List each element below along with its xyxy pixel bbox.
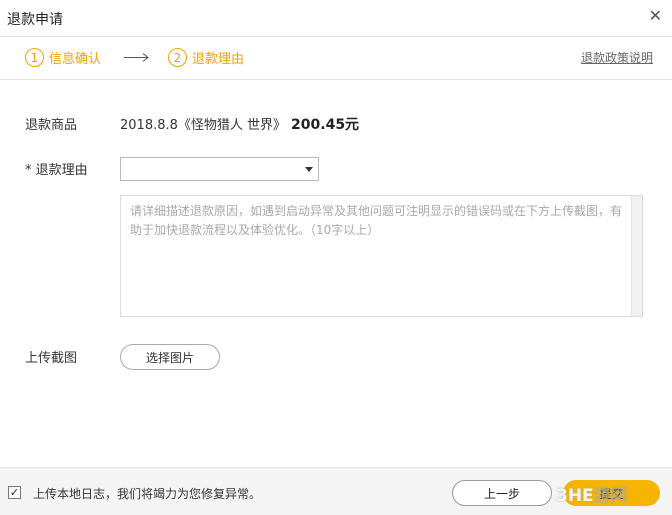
watermark-logo: 3HE游网 (556, 481, 628, 506)
description-scrollbar[interactable] (631, 196, 642, 316)
product-info: 2018.8.8《怪物猎人 世界》 200.45元 (120, 114, 359, 134)
step-info-confirm: 1 信息确认 (25, 48, 101, 67)
upload-log-checkbox[interactable]: ✓ (8, 486, 21, 499)
step-refund-reason: 2 退款理由 (168, 48, 244, 67)
reason-dropdown[interactable] (120, 157, 319, 181)
step-label-2: 退款理由 (192, 52, 245, 67)
close-icon[interactable]: ✕ (649, 6, 662, 25)
step-indicator: 1 信息确认 2 退款理由 退款政策说明 (0, 37, 672, 80)
product-label: 退款商品 (25, 118, 78, 133)
product-price: 200.45元 (291, 117, 360, 133)
reason-label: * 退款理由 (25, 163, 88, 178)
upload-log-label: 上传本地日志，我们将竭力为您修复异常。 (33, 487, 262, 501)
refund-policy-link[interactable]: 退款政策说明 (581, 49, 653, 66)
description-textarea[interactable] (121, 196, 631, 314)
window-title: 退款申请 (7, 12, 63, 28)
upload-label: 上传截图 (25, 351, 78, 366)
watermark-text-b: 游网 (593, 486, 628, 506)
step-number-2: 2 (168, 48, 187, 67)
watermark-text-a: 3HE (556, 486, 594, 506)
select-image-button[interactable]: 选择图片 (120, 344, 220, 370)
title-bar: 退款申请 ✕ (0, 0, 672, 37)
arrow-right-icon (124, 53, 149, 62)
chevron-down-icon (305, 167, 313, 172)
step-number-1: 1 (25, 48, 44, 67)
checkmark-icon: ✓ (9, 486, 20, 499)
product-name: 2018.8.8《怪物猎人 世界》 (120, 118, 287, 133)
step-label-1: 信息确认 (49, 52, 102, 67)
description-box (120, 195, 643, 317)
previous-step-button[interactable]: 上一步 (452, 480, 552, 506)
